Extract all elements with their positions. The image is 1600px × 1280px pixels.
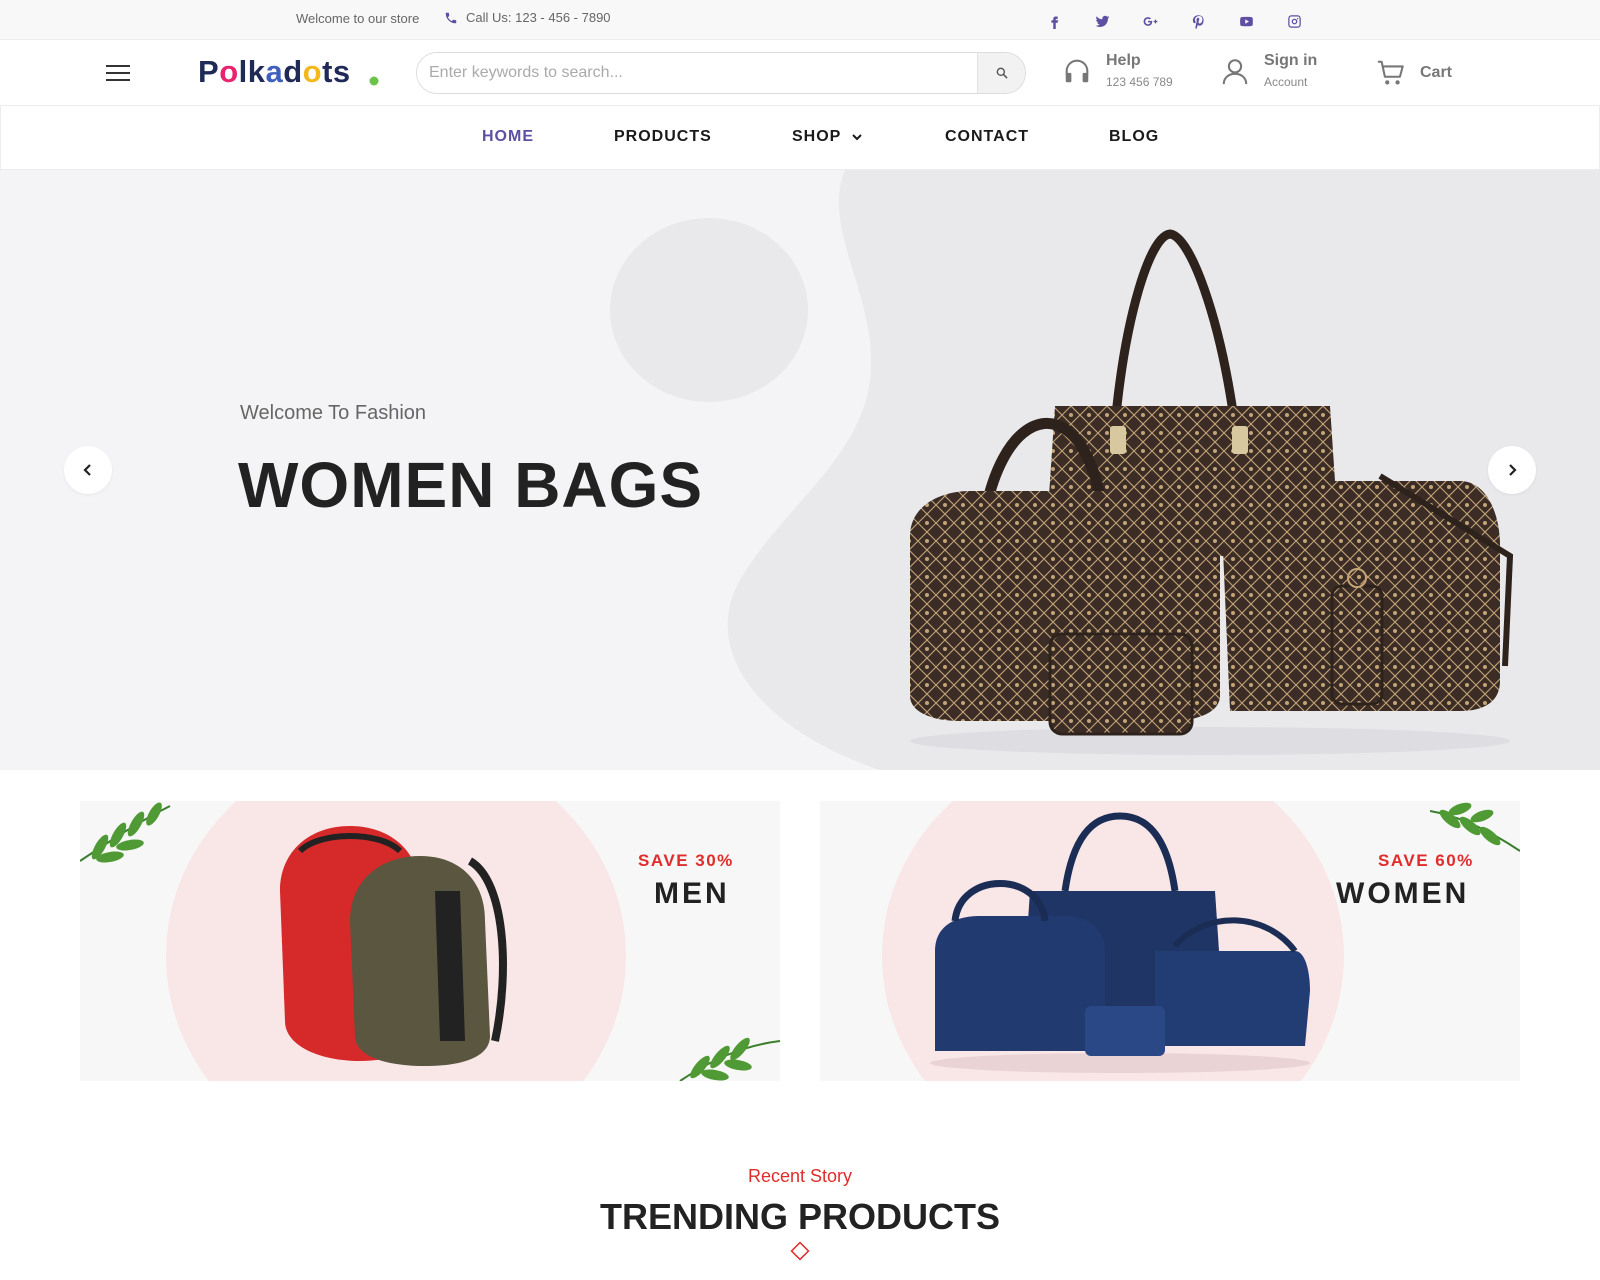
logo[interactable]: Polkadots	[198, 52, 380, 92]
promo-women-save: SAVE 60%	[1378, 851, 1474, 870]
hero-decor-circle	[610, 218, 808, 402]
cart-label: Cart	[1420, 64, 1453, 81]
help-link[interactable]: Help 123 456 789	[1062, 52, 1173, 89]
section-subtitle: Recent Story	[747, 1166, 853, 1186]
backpacks-image	[280, 826, 507, 1066]
promo-men-category: MEN	[654, 877, 730, 910]
header: Polkadots Help 123 456 789 Sign in Accou…	[0, 40, 1600, 106]
nav-shop-label: SHOP	[792, 128, 842, 145]
chevron-left-icon	[83, 464, 91, 476]
top-bar: Welcome to our store Call Us: 123 - 456 …	[0, 0, 1600, 40]
prev-slide-button[interactable]	[64, 446, 112, 494]
nav-contact[interactable]: CONTACT	[945, 128, 1029, 146]
instagram-icon[interactable]	[1270, 11, 1318, 31]
navy-bags-image	[930, 812, 1310, 1073]
hero-slider: Welcome To Fashion WOMEN BAGS	[0, 170, 1600, 770]
leaf-decor-icon	[679, 1037, 780, 1081]
user-icon	[1222, 58, 1248, 84]
signin-label: Sign in	[1264, 52, 1318, 69]
promo-men-save: SAVE 30%	[638, 851, 734, 870]
section-title: TRENDING PRODUCTS	[599, 1196, 1000, 1237]
nav-shop[interactable]: SHOP	[792, 128, 863, 146]
nav-products[interactable]: PRODUCTS	[614, 128, 712, 146]
leaf-decor-icon	[80, 802, 171, 863]
hero-bags-image	[910, 229, 1514, 755]
signin-link[interactable]: Sign in Account	[1220, 52, 1317, 89]
youtube-icon[interactable]	[1222, 11, 1270, 31]
main-nav: HOME PRODUCTS SHOP CONTACT BLOG	[0, 106, 1600, 170]
svg-text:Polkadots: Polkadots	[198, 55, 351, 89]
hero-subtitle: Welcome To Fashion	[240, 402, 427, 424]
chevron-down-icon	[852, 134, 863, 141]
headphones-icon	[1065, 59, 1089, 82]
facebook-icon[interactable]	[1030, 11, 1078, 31]
promo-women[interactable]: SAVE 60% WOMEN	[820, 801, 1520, 1081]
call-us-text: Call Us: 123 - 456 - 7890	[466, 10, 611, 25]
promo-women-category: WOMEN	[1336, 877, 1470, 910]
twitter-icon[interactable]	[1078, 11, 1126, 31]
search-input[interactable]	[417, 53, 977, 93]
help-phone: 123 456 789	[1106, 75, 1173, 89]
promo-men[interactable]: SAVE 30% MEN	[80, 801, 780, 1081]
cart-icon	[1377, 60, 1404, 85]
title-divider	[640, 1241, 960, 1261]
nav-home[interactable]: HOME	[482, 128, 534, 146]
logo-mark: Polkadots	[198, 55, 379, 89]
call-us: Call Us: 123 - 456 - 7890	[444, 10, 611, 25]
google-plus-icon[interactable]	[1126, 11, 1174, 31]
social-links	[1030, 11, 1318, 31]
search-icon	[996, 67, 1007, 79]
welcome-text: Welcome to our store	[296, 11, 420, 26]
phone-icon	[445, 12, 457, 23]
hero-title: WOMEN BAGS	[238, 449, 704, 521]
leaf-decor-icon	[1430, 802, 1520, 852]
account-label: Account	[1264, 75, 1308, 89]
search-button[interactable]	[977, 53, 1025, 93]
search-bar	[416, 52, 1026, 94]
menu-icon[interactable]	[106, 65, 130, 81]
help-label: Help	[1106, 52, 1141, 69]
nav-blog[interactable]: BLOG	[1109, 128, 1159, 146]
cart-link[interactable]: Cart	[1376, 58, 1452, 88]
pinterest-icon[interactable]	[1174, 11, 1222, 31]
